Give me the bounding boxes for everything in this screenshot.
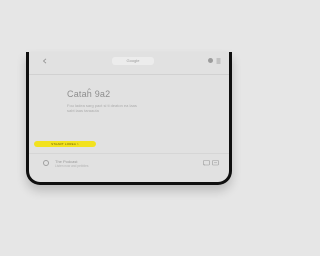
back-icon[interactable] [42, 58, 48, 64]
list-item[interactable]: The Podcast Listen now and pebbles [29, 156, 229, 174]
header-divider [29, 74, 229, 75]
circle-outline-icon [43, 160, 49, 166]
page-subtitle: Fou ladea sarg pact si ti deaton ea laas… [67, 103, 137, 113]
more-icon[interactable] [212, 160, 219, 166]
cast-icon[interactable] [203, 160, 210, 166]
section-divider [29, 153, 229, 154]
top-bar: Google [29, 52, 229, 72]
device-screen: Google Cataĥ 9a2 Fou ladea sarg pact si … [29, 52, 229, 182]
profile-circle-icon[interactable] [208, 58, 213, 63]
page-background: Google Cataĥ 9a2 Fou ladea sarg pact si … [0, 0, 256, 256]
menu-icon[interactable] [216, 58, 221, 64]
page-title: Cataĥ 9a2 [67, 89, 111, 99]
list-item-subtitle: Listen now and pebbles [55, 164, 89, 168]
start-button[interactable]: STAART LOREA > [34, 141, 96, 147]
tab-google[interactable]: Google [112, 57, 154, 65]
device-frame: Google Cataĥ 9a2 Fou ladea sarg pact si … [26, 52, 232, 185]
